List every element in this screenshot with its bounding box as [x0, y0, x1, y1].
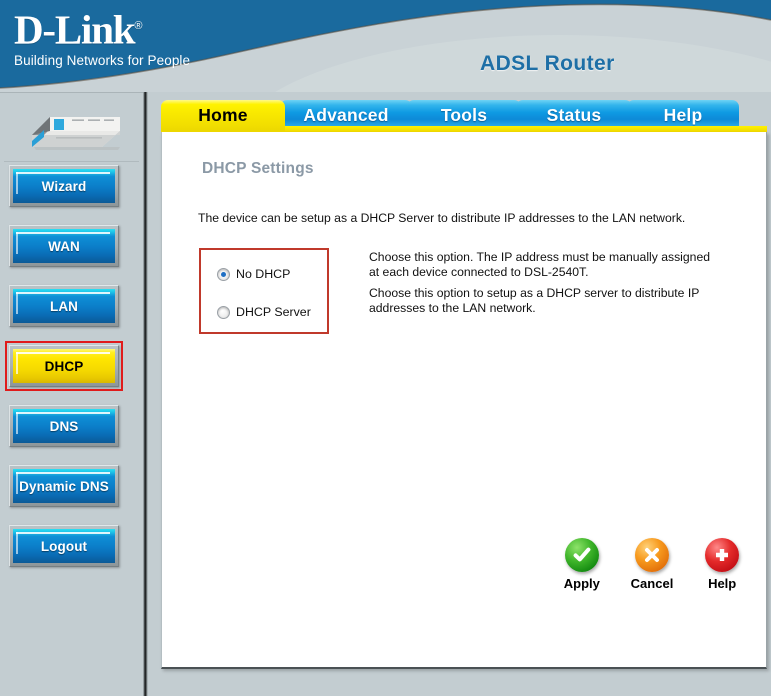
- radio-option-dhcp-server[interactable]: DHCP Server: [217, 305, 311, 319]
- tab-label: Advanced: [303, 105, 389, 125]
- dhcp-mode-group: No DHCP DHCP Server: [199, 248, 329, 334]
- tab-label: Status: [546, 105, 602, 125]
- sidebar: Wizard WAN LAN DHCP DNS Dynamic DNS Logout: [0, 92, 143, 696]
- sidebar-item-face: WAN: [13, 229, 115, 263]
- page-description: The device can be setup as a DHCP Server…: [198, 211, 686, 225]
- sidebar-item-label: DNS: [49, 418, 79, 434]
- sidebar-item-face: Dynamic DNS: [13, 469, 115, 503]
- radio-indicator-dhcp-server[interactable]: [217, 305, 230, 319]
- sidebar-item-face: DNS: [13, 409, 115, 443]
- option-description-dhcp-server: Choose this option to setup as a DHCP se…: [369, 286, 700, 315]
- sidebar-item-label: Wizard: [41, 178, 87, 194]
- sidebar-divider: [4, 161, 139, 162]
- sidebar-item-wan[interactable]: WAN: [9, 225, 119, 267]
- sidebar-item-logout[interactable]: Logout: [9, 525, 119, 567]
- content-panel: DHCP Settings The device can be setup as…: [161, 132, 767, 669]
- sidebar-item-dhcp[interactable]: DHCP: [5, 341, 123, 391]
- page-title: DHCP Settings: [202, 160, 314, 177]
- sidebar-item-lan[interactable]: LAN: [9, 285, 119, 327]
- radio-option-no-dhcp[interactable]: No DHCP: [217, 267, 290, 281]
- content-area: Home Advanced Tools Status Help DHCP Setting…: [148, 92, 771, 696]
- check-circle-icon: [564, 538, 599, 572]
- sidebar-item-label: LAN: [49, 298, 79, 314]
- dlink-logo: D-Link® Building Networks for People: [14, 4, 314, 68]
- tab-label: Tools: [440, 105, 488, 125]
- router-admin-page: D-Link® Building Networks for People ADS…: [0, 0, 771, 696]
- radio-indicator-no-dhcp[interactable]: [217, 267, 230, 281]
- brand-tagline: Building Networks for People: [14, 52, 191, 68]
- brand-name: D-Link®: [14, 6, 143, 53]
- sidebar-item-label: Logout: [40, 538, 88, 554]
- help-label: Help: [708, 576, 737, 591]
- registered-mark: ®: [134, 20, 143, 32]
- sidebar-item-dynamic-dns[interactable]: Dynamic DNS: [9, 465, 119, 507]
- radio-label-dhcp-server: DHCP Server: [236, 305, 311, 319]
- apply-button[interactable]: Apply: [562, 538, 602, 608]
- x-circle-icon: [634, 538, 669, 572]
- tab-home[interactable]: Home: [161, 100, 285, 131]
- sidebar-nav: Wizard WAN LAN DHCP DNS Dynamic DNS Logout: [5, 165, 134, 585]
- sidebar-item-face: DHCP: [13, 349, 115, 383]
- apply-label: Apply: [563, 576, 600, 591]
- sidebar-item-wizard[interactable]: Wizard: [9, 165, 119, 207]
- plus-circle-icon: [705, 538, 740, 572]
- tab-label: Help: [663, 105, 703, 125]
- sidebar-item-label: Dynamic DNS: [19, 478, 109, 494]
- page-header: D-Link® Building Networks for People ADS…: [0, 0, 771, 92]
- router-device-icon: [32, 117, 120, 150]
- option-description-no-dhcp: Choose this option. The IP address must …: [369, 250, 710, 279]
- tab-label: Home: [198, 105, 248, 125]
- radio-label-no-dhcp: No DHCP: [236, 267, 291, 281]
- sidebar-item-label: WAN: [48, 238, 80, 254]
- sidebar-item-face: LAN: [13, 289, 115, 323]
- cancel-button[interactable]: Cancel: [630, 538, 674, 608]
- product-title: ADSL Router: [480, 52, 615, 75]
- sidebar-item-face: Wizard: [13, 169, 115, 203]
- help-button[interactable]: Help: [702, 538, 742, 608]
- action-buttons: Apply Cancel Help: [562, 538, 742, 608]
- sidebar-item-dns[interactable]: DNS: [9, 405, 119, 447]
- cancel-label: Cancel: [630, 576, 674, 591]
- sidebar-item-label: DHCP: [44, 358, 84, 374]
- sidebar-item-face: Logout: [13, 529, 115, 563]
